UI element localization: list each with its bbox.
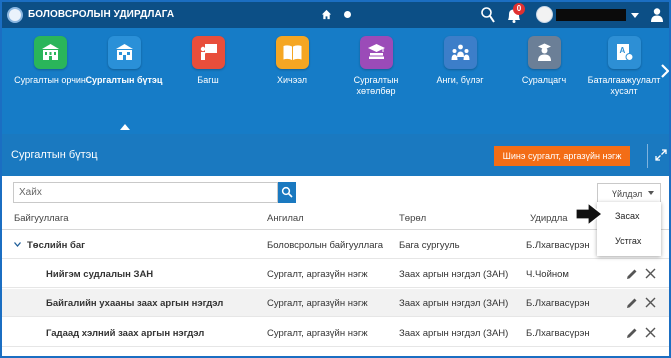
module-training-structure[interactable]: Сургалтын бүтэц [84,36,164,130]
manager-cell: Ч.Чойном [526,269,569,280]
module-label: Багш [197,75,219,85]
avatar[interactable] [536,6,553,23]
action-select-label: Үйлдэл [612,189,643,199]
module-label: Сургалтын хөтөлбөр [353,75,399,96]
approval-document-icon: A [616,44,633,61]
module-teacher[interactable]: Багш [168,36,248,86]
menu-item-delete[interactable]: Устгах [615,236,641,246]
chevron-right-icon[interactable] [660,64,670,78]
search-icon [281,186,293,198]
pencil-icon[interactable] [626,327,638,339]
pencil-icon[interactable] [626,268,638,280]
module-bar: Сургалтын орчин Сургалтын бүтэц Багш Хич… [2,28,669,134]
category-cell: Сургалт, аргазүйн нэгж [267,328,368,339]
search-input[interactable] [13,182,278,203]
close-icon[interactable] [645,327,656,338]
teacher-board-icon [200,44,217,60]
close-icon[interactable] [645,297,656,308]
page-title-bar: Сургалтын бүтэц Шинэ сургалт, аргазүйн н… [2,134,669,176]
app-window: БОЛОВСРОЛЫН УДИРДЛАГА 0 Сургалтын орчин … [0,0,671,358]
module-tile [191,36,225,69]
module-tile [527,36,561,69]
app-logo [7,7,23,23]
category-cell: Боловсролын байгууллага [267,240,384,251]
column-header-type[interactable]: Төрөл [399,213,426,224]
action-dropdown-menu: Засах Устгах [597,202,661,256]
action-select[interactable]: Үйлдэл [597,183,661,203]
table-header: Байгууллага Ангилал Төрөл Удирдла [2,206,669,230]
manager-cell: Б.Лхагвасүрэн [526,240,590,251]
module-training-environment[interactable]: Сургалтын орчин [10,36,90,86]
chevron-down-icon[interactable] [631,13,639,18]
type-cell: Заах аргын нэгдэл (ЗАН) [399,298,509,309]
close-icon[interactable] [645,268,656,279]
graduation-books-icon [367,44,385,59]
menu-item-edit[interactable]: Засах [615,211,639,221]
category-cell: Сургалт, аргазүйн нэгж [267,298,368,309]
module-student[interactable]: Суралцагч [504,36,584,86]
column-header-category[interactable]: Ангилал [267,213,304,224]
manager-cell: Б.Лхагвасүрэн [526,328,590,339]
search-icon[interactable] [480,6,496,24]
module-label: Баталгаажуулалт хусэлт [587,75,661,96]
table-row[interactable]: Гадаад хэлний заах аргын нэгдэл Сургалт,… [2,319,669,347]
search-row [2,176,669,206]
module-label: Анги, бүлэг [436,75,484,85]
school-building-icon [41,44,59,60]
module-tile [33,36,67,69]
module-class-group[interactable]: Анги, бүлэг [420,36,500,86]
search-button[interactable] [278,182,296,203]
page-title: Сургалтын бүтэц [11,149,98,161]
student-icon [537,43,551,61]
top-bar: БОЛОВСРОЛЫН УДИРДЛАГА 0 [2,2,669,28]
chevron-down-icon [648,191,654,195]
svg-text:A: A [619,46,625,55]
arrow-right-icon [575,201,603,227]
module-label: Сургалтын орчин [14,75,86,85]
app-title: БОЛОВСРОЛЫН УДИРДЛАГА [28,9,175,20]
username-label[interactable] [556,9,626,21]
type-cell: Заах аргын нэгдэл (ЗАН) [399,269,509,280]
organization-structure-icon [115,44,133,60]
dot-icon[interactable] [344,11,351,18]
module-tile [359,36,393,69]
type-cell: Бага сургууль [399,240,460,251]
active-pointer [120,124,130,130]
table-row[interactable]: Төслийн баг Боловсролын байгууллага Бага… [2,231,669,259]
divider [647,144,648,168]
class-group-icon [451,44,469,60]
organization-name[interactable]: Төслийн баг [27,240,85,251]
organization-name[interactable]: Нийгэм судлалын ЗАН [46,269,153,280]
category-cell: Сургалт, аргазүйн нэгж [267,269,368,280]
module-tile [107,36,141,69]
module-lesson[interactable]: Хичээл [252,36,332,86]
organization-name[interactable]: Байгалийн ухааны заах аргын нэгдэл [46,298,223,309]
module-label: Сургалтын бүтэц [85,75,163,85]
module-tile: A [607,36,641,69]
expand-icon[interactable] [655,149,667,161]
module-tile [275,36,309,69]
table-row[interactable]: Байгалийн ухааны заах аргын нэгдэл Сурга… [2,289,669,317]
module-tile [443,36,477,69]
column-header-organization[interactable]: Байгууллага [14,213,69,224]
notification-badge: 0 [513,3,525,15]
add-training-unit-button[interactable]: Шинэ сургалт, аргазүйн нэгж [494,146,630,166]
column-header-manager[interactable]: Удирдла [530,213,568,224]
organization-name[interactable]: Гадаад хэлний заах аргын нэгдэл [46,328,204,339]
manager-cell: Б.Лхагвасүрэн [526,298,590,309]
module-label: Хичээл [277,75,307,85]
open-book-icon [283,45,301,60]
user-icon[interactable] [650,7,664,22]
pencil-icon[interactable] [626,297,638,309]
module-approval-request[interactable]: A Баталгаажуулалт хусэлт [584,36,664,97]
module-label: Суралцагч [521,75,567,85]
table-row[interactable]: Нийгэм судлалын ЗАН Сургалт, аргазүйн нэ… [2,260,669,288]
module-curriculum[interactable]: Сургалтын хөтөлбөр [336,36,416,97]
type-cell: Заах аргын нэгдэл (ЗАН) [399,328,509,339]
home-icon[interactable] [321,9,332,20]
chevron-down-icon[interactable] [14,242,21,247]
